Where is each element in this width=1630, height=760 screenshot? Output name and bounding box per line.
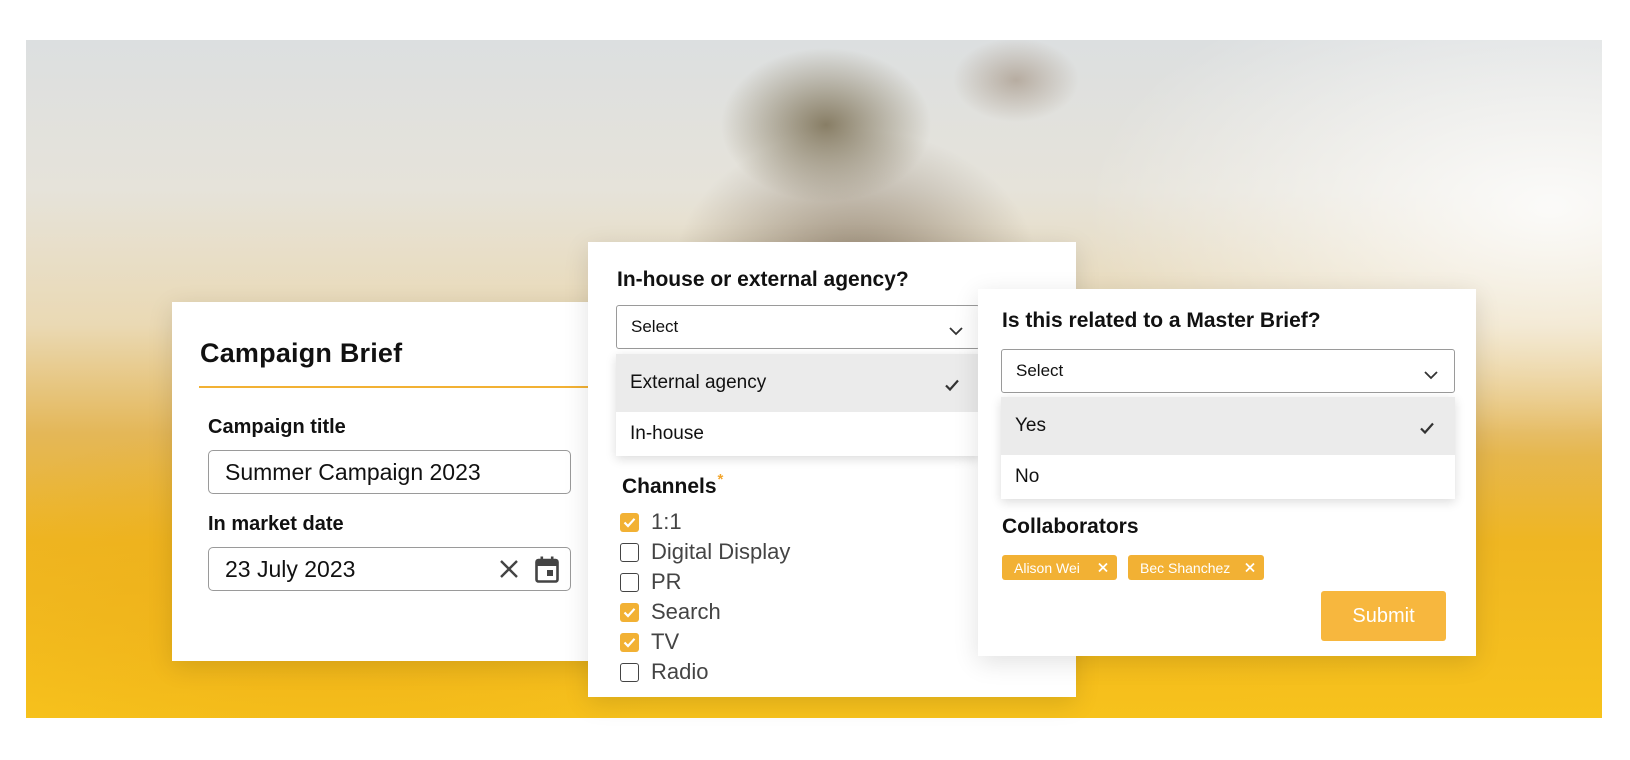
agency-select-value: Select: [631, 317, 679, 336]
checkmark-icon: [1419, 419, 1435, 441]
master-brief-card: Is this related to a Master Brief? Selec…: [978, 289, 1476, 656]
agency-options-menu: External agency In-house: [616, 354, 980, 456]
channels-label: Channels*: [622, 471, 724, 498]
campaign-title-input[interactable]: Summer Campaign 2023: [208, 450, 571, 494]
close-icon[interactable]: [496, 555, 522, 583]
channel-checkbox-pr[interactable]: PR: [620, 568, 682, 596]
agency-select[interactable]: Select: [616, 305, 980, 349]
channel-checkbox-search[interactable]: Search: [620, 598, 721, 626]
master-brief-select-value: Select: [1016, 361, 1064, 380]
checkbox-checked-icon[interactable]: [620, 632, 639, 652]
chevron-down-icon: [1424, 365, 1438, 385]
agency-option-external[interactable]: External agency: [616, 354, 980, 412]
required-marker: *: [717, 471, 724, 488]
campaign-brief-card: Campaign Brief Campaign title Summer Cam…: [172, 302, 622, 661]
in-market-date-label: In market date: [208, 513, 344, 535]
checkbox-checked-icon[interactable]: [620, 602, 639, 622]
in-market-date-value: 23 July 2023: [225, 555, 356, 582]
checkbox-unchecked-icon[interactable]: [620, 572, 639, 592]
campaign-title-label: Campaign title: [208, 416, 346, 438]
checkmark-icon: [944, 376, 960, 398]
master-brief-question: Is this related to a Master Brief?: [1002, 309, 1321, 332]
agency-option-inhouse[interactable]: In-house: [616, 412, 980, 456]
collaborator-chip: Alison Wei: [1002, 555, 1117, 580]
master-brief-option-yes[interactable]: Yes: [1001, 397, 1455, 455]
master-brief-select[interactable]: Select: [1001, 349, 1455, 393]
calendar-icon[interactable]: [533, 553, 561, 585]
channel-checkbox-radio[interactable]: Radio: [620, 658, 708, 686]
master-brief-options-menu: Yes No: [1001, 397, 1455, 499]
channel-checkbox-tv[interactable]: TV: [620, 628, 679, 656]
remove-icon[interactable]: [1244, 560, 1256, 577]
remove-icon[interactable]: [1097, 560, 1109, 577]
collaborators-label: Collaborators: [1002, 515, 1139, 538]
checkbox-checked-icon[interactable]: [620, 512, 639, 532]
agency-question: In-house or external agency?: [617, 268, 909, 291]
submit-button[interactable]: Submit: [1321, 591, 1446, 641]
chevron-down-icon: [949, 321, 963, 341]
title-divider: [199, 386, 622, 388]
master-brief-option-no[interactable]: No: [1001, 455, 1455, 499]
campaign-brief-title: Campaign Brief: [200, 338, 403, 368]
checkbox-unchecked-icon[interactable]: [620, 662, 639, 682]
channel-checkbox-digital-display[interactable]: Digital Display: [620, 538, 790, 566]
channel-checkbox-1-1[interactable]: 1:1: [620, 508, 682, 536]
checkbox-unchecked-icon[interactable]: [620, 542, 639, 562]
campaign-title-value: Summer Campaign 2023: [225, 458, 481, 485]
collaborator-chip: Bec Shanchez: [1128, 555, 1264, 580]
